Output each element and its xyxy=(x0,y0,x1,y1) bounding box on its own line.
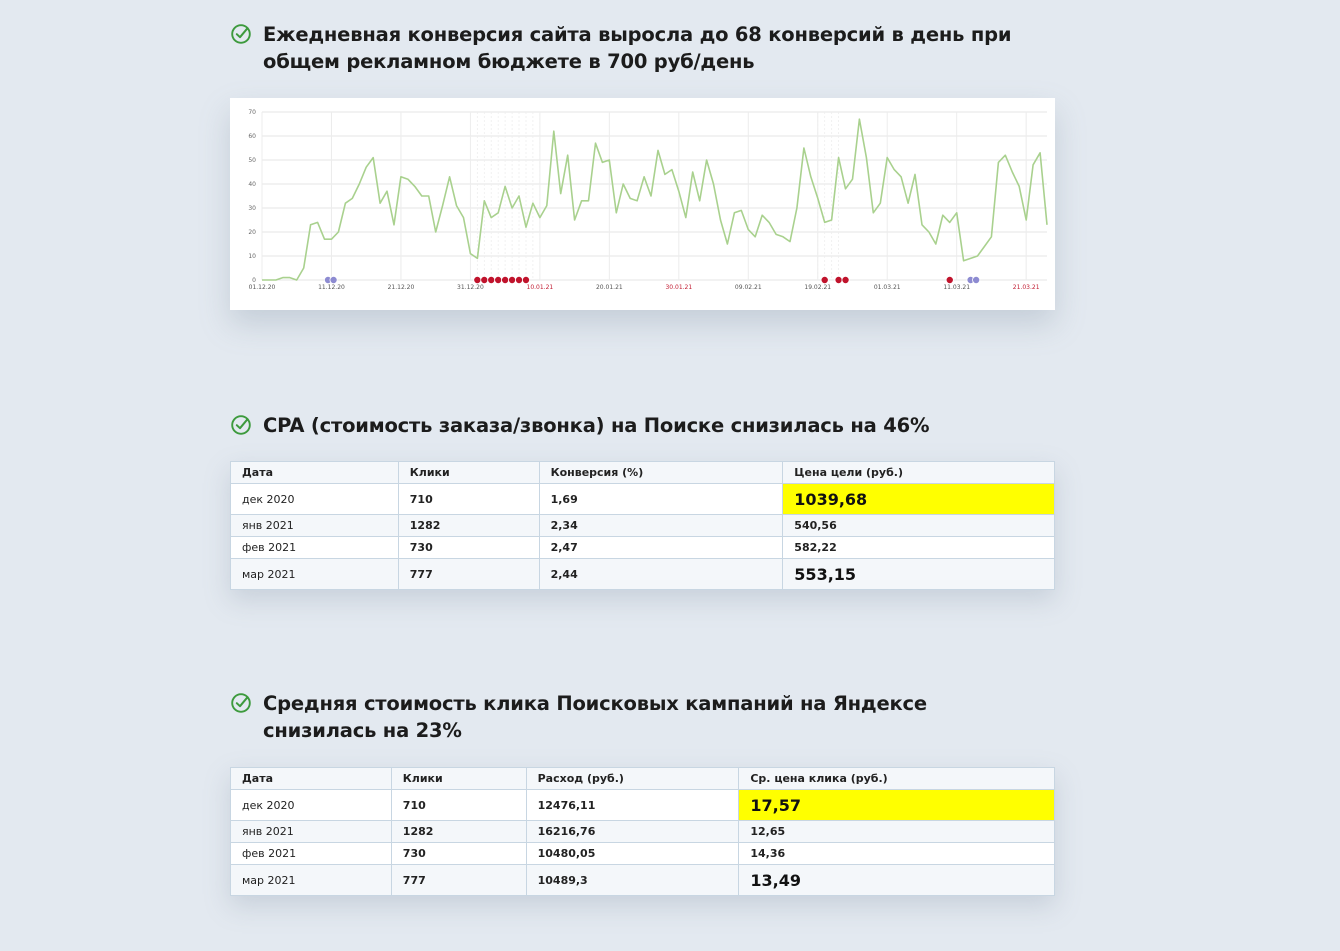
event-marker xyxy=(820,275,829,284)
event-marker xyxy=(487,275,496,284)
cell-date: мар 2021 xyxy=(230,558,399,590)
cell-cpc-highlight: 17,57 xyxy=(738,789,1055,821)
y-tick-label: 30 xyxy=(248,205,256,212)
column-header: Клики xyxy=(390,767,527,790)
cell-date: янв 2021 xyxy=(230,820,392,843)
cell-date: дек 2020 xyxy=(230,483,399,515)
event-marker xyxy=(473,275,482,284)
table-row: фев 2021 730 2,47 582,22 xyxy=(230,536,1055,559)
x-tick-label: 31.12.20 xyxy=(457,284,484,291)
event-marker xyxy=(945,275,954,284)
cell-clicks: 777 xyxy=(390,864,527,896)
column-header: Дата xyxy=(230,461,399,484)
section-header-cpa: CPA (стоимость заказа/звонка) на Поиске … xyxy=(230,412,929,439)
cell-date: мар 2021 xyxy=(230,864,392,896)
cell-cpc: 14,36 xyxy=(738,842,1055,865)
cpc-table: Дата Клики Расход (руб.) Ср. цена клика … xyxy=(230,767,1055,896)
y-tick-label: 40 xyxy=(248,181,256,188)
table-row: дек 2020 710 1,69 1039,68 xyxy=(230,483,1055,515)
x-tick-label: 20.01.21 xyxy=(596,284,623,291)
cell-goal-price-highlight: 1039,68 xyxy=(782,483,1055,515)
table-row: дек 2020 710 12476,11 17,57 xyxy=(230,789,1055,821)
cell-clicks: 710 xyxy=(397,483,540,515)
y-tick-label: 20 xyxy=(248,229,256,236)
cell-goal-price-highlight: 553,15 xyxy=(782,558,1055,590)
cell-conversion: 1,69 xyxy=(538,483,784,515)
section-title: Ежедневная конверсия сайта выросла до 68… xyxy=(263,23,1012,73)
event-marker xyxy=(834,275,843,284)
cell-spend: 10480,05 xyxy=(525,842,740,865)
x-tick-label: 11.03.21 xyxy=(943,284,970,291)
cell-clicks: 1282 xyxy=(397,514,540,537)
cell-date: фев 2021 xyxy=(230,842,392,865)
cell-date: фев 2021 xyxy=(230,536,399,559)
x-tick-label: 19.02.21 xyxy=(804,284,831,291)
cell-conversion: 2,34 xyxy=(538,514,784,537)
cell-spend: 16216,76 xyxy=(525,820,740,843)
cell-conversion: 2,44 xyxy=(538,558,784,590)
check-circle-icon xyxy=(231,693,251,713)
x-tick-label: 30.01.21 xyxy=(665,284,692,291)
event-marker xyxy=(521,275,530,284)
table-row: янв 2021 1282 2,34 540,56 xyxy=(230,514,1055,537)
cpa-table: Дата Клики Конверсия (%) Цена цели (руб.… xyxy=(230,461,1055,590)
column-header: Дата xyxy=(230,767,392,790)
event-marker xyxy=(501,275,510,284)
y-tick-label: 0 xyxy=(252,277,256,284)
cell-spend: 12476,11 xyxy=(525,789,740,821)
event-marker xyxy=(515,275,524,284)
cell-conversion: 2,47 xyxy=(538,536,784,559)
table-row: мар 2021 777 10489,3 13,49 xyxy=(230,864,1055,896)
column-header: Конверсия (%) xyxy=(538,461,784,484)
section-title: CPA (стоимость заказа/звонка) на Поиске … xyxy=(263,414,930,437)
cell-clicks: 710 xyxy=(390,789,527,821)
x-tick-label: 10.01.21 xyxy=(527,284,554,291)
column-header: Цена цели (руб.) xyxy=(782,461,1055,484)
cell-clicks: 1282 xyxy=(390,820,527,843)
event-marker xyxy=(841,275,850,284)
cell-clicks: 777 xyxy=(397,558,540,590)
cell-spend: 10489,3 xyxy=(525,864,740,896)
cell-date: янв 2021 xyxy=(230,514,399,537)
conversions-chart: 0 10 20 30 40 50 60 70 01.12.20 11.12.20 21.12.20 3… xyxy=(230,98,1055,310)
x-tick-label: 21.12.20 xyxy=(388,284,415,291)
y-tick-label: 10 xyxy=(248,253,256,260)
event-marker xyxy=(972,275,981,284)
event-marker xyxy=(480,275,489,284)
y-tick-label: 50 xyxy=(248,157,256,164)
conversions-line-chart: 0 10 20 30 40 50 60 70 01.12.20 11.12.20 21.12.20 3… xyxy=(248,109,1048,291)
table-row: фев 2021 730 10480,05 14,36 xyxy=(230,842,1055,865)
cell-cpc-highlight: 13,49 xyxy=(738,864,1055,896)
x-tick-label: 11.12.20 xyxy=(318,284,345,291)
table-header-row: Дата Клики Конверсия (%) Цена цели (руб.… xyxy=(230,461,1055,484)
event-marker xyxy=(494,275,503,284)
column-header: Клики xyxy=(397,461,540,484)
column-header: Ср. цена клика (руб.) xyxy=(738,767,1055,790)
table-row: янв 2021 1282 16216,76 12,65 xyxy=(230,820,1055,843)
x-tick-label: 09.02.21 xyxy=(735,284,762,291)
cell-date: дек 2020 xyxy=(230,789,392,821)
cell-clicks: 730 xyxy=(397,536,540,559)
x-tick-label: 21.03.21 xyxy=(1013,284,1040,291)
check-circle-icon xyxy=(231,24,251,44)
cell-cpc: 12,65 xyxy=(738,820,1055,843)
event-marker xyxy=(508,275,517,284)
y-tick-label: 60 xyxy=(248,133,256,140)
cell-clicks: 730 xyxy=(390,842,527,865)
section-header-conversions: Ежедневная конверсия сайта выросла до 68… xyxy=(230,21,1043,75)
y-tick-label: 70 xyxy=(248,109,256,116)
table-row: мар 2021 777 2,44 553,15 xyxy=(230,558,1055,590)
column-header: Расход (руб.) xyxy=(525,767,740,790)
event-marker xyxy=(329,275,338,284)
x-tick-label: 01.12.20 xyxy=(249,284,276,291)
check-circle-icon xyxy=(231,415,251,435)
section-title: Средняя стоимость клика Поисковых кампан… xyxy=(263,692,927,742)
cell-goal-price: 540,56 xyxy=(782,514,1055,537)
table-header-row: Дата Клики Расход (руб.) Ср. цена клика … xyxy=(230,767,1055,790)
cell-goal-price: 582,22 xyxy=(782,536,1055,559)
section-header-cpc: Средняя стоимость клика Поисковых кампан… xyxy=(230,690,1023,744)
x-tick-label: 01.03.21 xyxy=(874,284,901,291)
